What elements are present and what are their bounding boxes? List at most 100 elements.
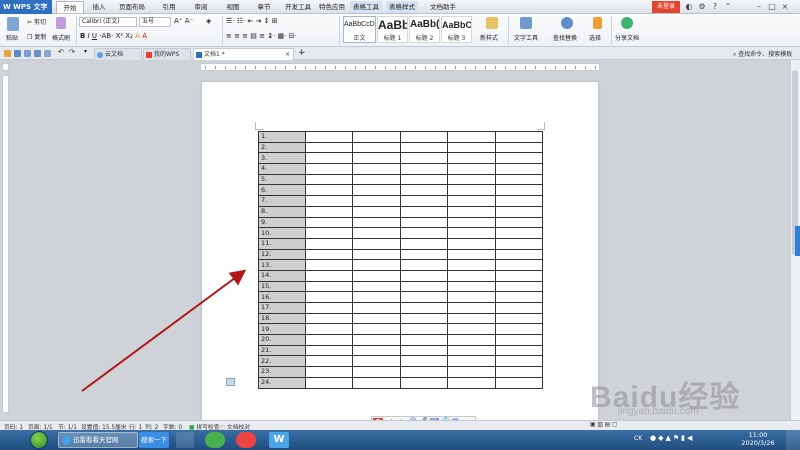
row-number-cell[interactable]: 5. bbox=[258, 173, 306, 186]
table-cell[interactable] bbox=[447, 259, 496, 271]
table-cell[interactable] bbox=[352, 248, 401, 261]
table-cell[interactable] bbox=[304, 131, 354, 143]
table-cell[interactable] bbox=[352, 312, 401, 325]
table-cell[interactable] bbox=[447, 344, 496, 357]
app-menu-button[interactable]: W WPS 文字 bbox=[0, 0, 52, 14]
table-cell[interactable] bbox=[494, 366, 544, 378]
find-replace-button[interactable]: 查找替换 bbox=[553, 33, 577, 42]
table-cell[interactable] bbox=[494, 184, 544, 197]
table-cell[interactable] bbox=[304, 376, 354, 389]
table-cell[interactable] bbox=[352, 291, 401, 303]
table-cell[interactable] bbox=[352, 131, 401, 143]
table-cell[interactable] bbox=[447, 376, 496, 389]
undo-icon[interactable]: ↶ bbox=[58, 48, 65, 56]
table-cell[interactable] bbox=[399, 248, 449, 261]
table-cell[interactable] bbox=[352, 173, 401, 186]
list-buttons[interactable]: ☰· ☷· ⇤ ⇥ ↕ ⊞ bbox=[226, 17, 278, 25]
table-cell[interactable] bbox=[399, 195, 449, 207]
table-cell[interactable] bbox=[304, 227, 354, 239]
row-number-cell[interactable]: 20. bbox=[258, 334, 306, 346]
row-number-cell[interactable]: 8. bbox=[258, 205, 306, 218]
command-search[interactable]: ⌕ 查找命令、搜索模板 bbox=[733, 49, 792, 59]
table-cell[interactable] bbox=[447, 195, 496, 207]
open-folder-icon[interactable] bbox=[4, 50, 11, 57]
table-cell[interactable] bbox=[352, 184, 401, 197]
row-number-cell[interactable]: 13. bbox=[258, 259, 306, 271]
print-preview-icon[interactable] bbox=[44, 50, 51, 57]
row-number-cell[interactable]: 11. bbox=[258, 237, 306, 250]
row-number-cell[interactable]: 10. bbox=[258, 227, 306, 239]
table-cell[interactable] bbox=[494, 291, 544, 303]
table-cell[interactable] bbox=[352, 344, 401, 357]
table-cell[interactable] bbox=[447, 302, 496, 314]
row-number-cell[interactable]: 24. bbox=[258, 376, 306, 389]
table-cell[interactable] bbox=[494, 259, 544, 271]
row-number-cell[interactable]: 1. bbox=[258, 131, 306, 143]
table-cell[interactable] bbox=[494, 227, 544, 239]
copy-button[interactable]: ❐ 复制 bbox=[27, 32, 46, 41]
row-number-cell[interactable]: 7. bbox=[258, 195, 306, 207]
table-cell[interactable] bbox=[304, 184, 354, 197]
table-cell[interactable] bbox=[304, 323, 354, 336]
start-button[interactable] bbox=[30, 431, 48, 449]
tab-references[interactable]: 引用 bbox=[158, 1, 180, 13]
table-cell[interactable] bbox=[399, 259, 449, 271]
row-number-cell[interactable]: 12. bbox=[258, 248, 306, 261]
table-cell[interactable] bbox=[447, 355, 496, 368]
font-name-select[interactable]: Calibri (正文) bbox=[79, 17, 137, 27]
table-cell[interactable] bbox=[352, 376, 401, 389]
redo-icon[interactable]: ↷ bbox=[69, 48, 76, 56]
table-cell[interactable] bbox=[352, 152, 401, 165]
row-number-cell[interactable]: 21. bbox=[258, 344, 306, 357]
horizontal-ruler[interactable] bbox=[200, 63, 600, 71]
table-cell[interactable] bbox=[447, 237, 496, 250]
maximize-icon[interactable]: □ bbox=[767, 1, 777, 13]
format-painter-label[interactable]: 格式刷 bbox=[52, 33, 70, 42]
table-cell[interactable] bbox=[494, 152, 544, 165]
table-cell[interactable] bbox=[399, 344, 449, 357]
new-style-icon[interactable] bbox=[486, 17, 498, 29]
cut-button[interactable]: ✂ 剪切 bbox=[27, 17, 46, 26]
table-cell[interactable] bbox=[447, 141, 496, 154]
taskbar-search-button[interactable]: 搜索一下 bbox=[139, 432, 169, 448]
font-size-select[interactable]: 五号 bbox=[139, 17, 171, 27]
tab-document1[interactable]: 文档1 * × bbox=[193, 48, 294, 60]
table-cell[interactable] bbox=[399, 334, 449, 346]
table-cell[interactable] bbox=[447, 312, 496, 325]
table-cell[interactable] bbox=[352, 216, 401, 229]
row-number-cell[interactable]: 17. bbox=[258, 302, 306, 314]
new-tab-icon[interactable]: + bbox=[298, 47, 306, 59]
settings-icon[interactable]: ⚙ bbox=[697, 1, 707, 13]
table-cell[interactable] bbox=[447, 291, 496, 303]
table-cell[interactable] bbox=[399, 366, 449, 378]
font-style-buttons[interactable]: B I U ·AB· X² X₂ A A bbox=[80, 32, 147, 40]
table-cell[interactable] bbox=[304, 280, 354, 293]
table-cell[interactable] bbox=[494, 302, 544, 314]
format-painter-icon[interactable] bbox=[56, 17, 66, 29]
table-cell[interactable] bbox=[494, 280, 544, 293]
table-cell[interactable] bbox=[494, 269, 544, 282]
table-cell[interactable] bbox=[399, 269, 449, 282]
save-icon[interactable] bbox=[14, 50, 21, 57]
row-number-cell[interactable]: 16. bbox=[258, 291, 306, 303]
table-cell[interactable] bbox=[352, 237, 401, 250]
table-cell[interactable] bbox=[352, 323, 401, 336]
table-cell[interactable] bbox=[494, 237, 544, 250]
table-cell[interactable] bbox=[304, 248, 354, 261]
side-panel-toggle[interactable] bbox=[795, 226, 800, 256]
table-cell[interactable] bbox=[352, 366, 401, 378]
table-cell[interactable] bbox=[447, 269, 496, 282]
table-cell[interactable] bbox=[494, 205, 544, 218]
table-cell[interactable] bbox=[494, 355, 544, 368]
table-cell[interactable] bbox=[399, 131, 449, 143]
table-cell[interactable] bbox=[399, 376, 449, 389]
table-cell[interactable] bbox=[399, 302, 449, 314]
table-cell[interactable] bbox=[352, 259, 401, 271]
view-mode-icons[interactable]: ▣ ▥ ▤ ▢ bbox=[590, 422, 617, 428]
help-icon[interactable]: ? bbox=[710, 1, 720, 13]
tab-table-tools[interactable]: 表格工具 bbox=[350, 1, 382, 13]
table-cell[interactable] bbox=[304, 366, 354, 378]
table-cell[interactable] bbox=[352, 195, 401, 207]
tab-cloud-docs[interactable]: 云文档 bbox=[94, 48, 142, 60]
table-cell[interactable] bbox=[447, 334, 496, 346]
